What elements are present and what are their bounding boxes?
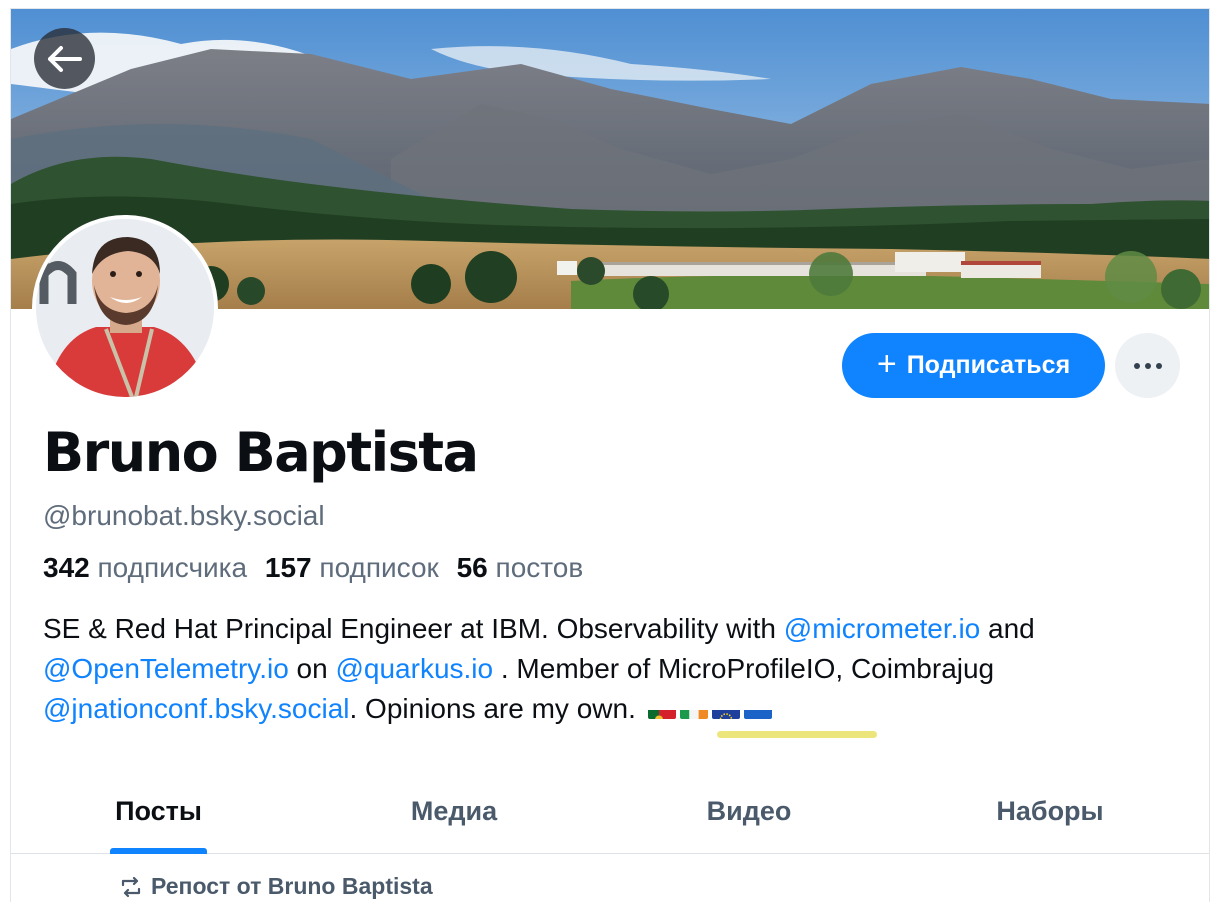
follow-button-label: Подписаться — [906, 351, 1071, 379]
back-button[interactable] — [34, 28, 95, 89]
bio-text: . Opinions are my own. — [349, 693, 644, 724]
bio-link-jnationconf[interactable]: @jnationconf.bsky.social — [43, 693, 350, 724]
profile-page: + Подписаться Bruno Baptista @brunobat.b… — [10, 8, 1210, 902]
avatar[interactable] — [32, 215, 218, 401]
display-name: Bruno Baptista — [43, 421, 479, 484]
tab-label: Посты — [115, 796, 202, 826]
bio-link-micrometer[interactable]: @micrometer.io — [784, 613, 980, 644]
follow-button[interactable]: + Подписаться — [842, 333, 1105, 398]
repost-label[interactable]: Репост от Bruno Baptista — [151, 873, 433, 900]
posts-stat: 56 постов — [457, 552, 584, 583]
bio-text: . Member of MicroProfileIO, Coimbrajug — [493, 653, 995, 684]
tab-label: Наборы — [996, 796, 1104, 826]
bio-text: SE & Red Hat Principal Engineer at IBM. … — [43, 613, 784, 644]
tab-video[interactable]: Видео — [692, 769, 806, 854]
arrow-left-icon — [47, 45, 82, 72]
profile-stats: 342 подписчика 157 подписок 56 постов — [43, 552, 583, 584]
tab-label: Медиа — [410, 796, 498, 826]
following-stat[interactable]: 157 подписок — [265, 552, 439, 583]
followers-count: 342 — [43, 552, 90, 583]
more-options-button[interactable] — [1115, 333, 1180, 398]
flags-highlight-underline — [717, 731, 877, 738]
profile-handle: @brunobat.bsky.social — [43, 500, 325, 531]
flag-ukraine-icon — [743, 700, 772, 719]
plus-icon: + — [876, 345, 897, 383]
flag-emojis — [647, 700, 772, 719]
profile-tabs: Посты Медиа Видео Наборы — [11, 769, 1209, 854]
flag-eu-icon — [711, 700, 740, 719]
bio-link-opentelemetry[interactable]: @OpenTelemetry.io — [43, 653, 289, 684]
active-tab-indicator — [110, 848, 207, 854]
tab-media[interactable]: Медиа — [395, 769, 513, 854]
tab-label: Видео — [706, 796, 792, 826]
bio-link-quarkus[interactable]: @quarkus.io — [335, 653, 493, 684]
following-label: подписок — [319, 552, 439, 583]
flag-ireland-icon — [679, 700, 708, 719]
posts-count: 56 — [456, 552, 488, 583]
profile-photo — [36, 219, 214, 397]
flag-portugal-icon — [647, 700, 676, 719]
bio-text: on — [288, 653, 336, 684]
tab-collections[interactable]: Наборы — [985, 769, 1115, 854]
followers-label: подписчика — [97, 552, 248, 583]
following-count: 157 — [264, 552, 312, 583]
profile-bio: SE & Red Hat Principal Engineer at IBM. … — [43, 609, 1193, 729]
followers-stat[interactable]: 342 подписчика — [43, 552, 247, 583]
posts-label: постов — [495, 552, 584, 583]
ellipsis-icon — [1133, 362, 1162, 369]
repost-indicator: Репост от Bruno Baptista — [119, 873, 433, 900]
tab-posts[interactable]: Посты — [110, 769, 207, 854]
bio-text: and — [980, 613, 1035, 644]
repost-icon — [121, 876, 141, 897]
